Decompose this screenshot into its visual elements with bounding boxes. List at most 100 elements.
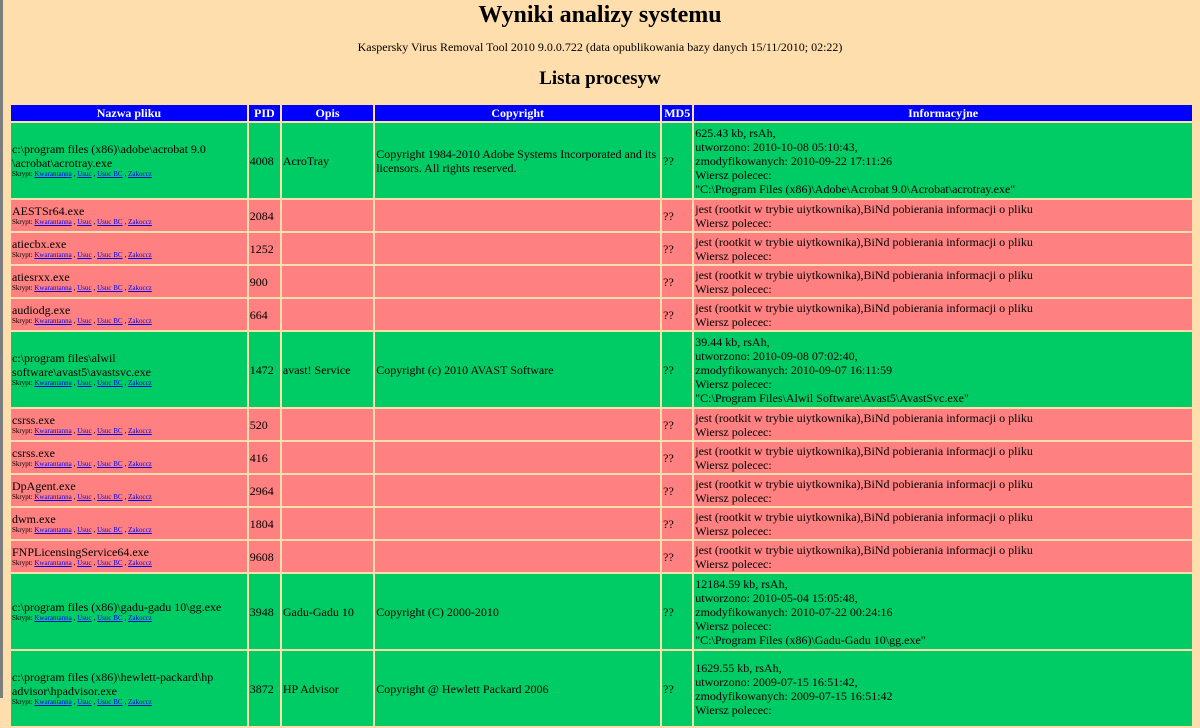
quarantine-link[interactable]: Kwarantanna — [34, 614, 71, 622]
cell-md5: ?? — [662, 475, 693, 506]
terminate-link[interactable]: Zakoccz — [128, 379, 152, 387]
delete-link[interactable]: Usuc — [77, 614, 91, 622]
script-actions: Skrypt: Kwarantanna, Usuc, Usuc BC, Zako… — [12, 251, 152, 259]
script-actions: Skrypt: Kwarantanna, Usuc, Usuc BC, Zako… — [12, 614, 152, 622]
terminate-link[interactable]: Zakoccz — [128, 526, 152, 534]
quarantine-link[interactable]: Kwarantanna — [34, 526, 71, 534]
quarantine-link[interactable]: Kwarantanna — [34, 427, 71, 435]
info-line: Wiersz polecec: — [695, 167, 772, 182]
script-actions: Skrypt: Kwarantanna, Usuc, Usuc BC, Zako… — [12, 559, 152, 567]
delete-bc-link[interactable]: Usuc BC — [97, 251, 122, 259]
delete-bc-link[interactable]: Usuc BC — [97, 427, 122, 435]
delete-bc-link[interactable]: Usuc BC — [97, 493, 122, 501]
delete-bc-link[interactable]: Usuc BC — [97, 559, 122, 567]
info-line: Wiersz polecec: — [695, 215, 772, 230]
cell-description — [281, 266, 374, 297]
quarantine-link[interactable]: Kwarantanna — [34, 493, 71, 501]
window-left-border — [0, 0, 3, 698]
info-line: Wiersz polecec: — [695, 314, 772, 329]
delete-link[interactable]: Usuc — [77, 317, 91, 325]
cell-md5: ?? — [662, 299, 693, 330]
quarantine-link[interactable]: Kwarantanna — [34, 698, 71, 706]
script-actions: Skrypt: Kwarantanna, Usuc, Usuc BC, Zako… — [12, 170, 152, 178]
delete-bc-link[interactable]: Usuc BC — [97, 526, 122, 534]
cell-filename: AESTSr64.exe Skrypt: Kwarantanna, Usuc, U… — [11, 200, 247, 231]
terminate-link[interactable]: Zakoccz — [128, 427, 152, 435]
delete-bc-link[interactable]: Usuc BC — [97, 460, 122, 468]
column-header-pid: PID — [248, 105, 280, 121]
info-line: Wiersz polecec: — [695, 523, 772, 538]
info-line: "C:\Program Files\Alwil Software\Avast5\… — [695, 390, 969, 405]
delete-link[interactable]: Usuc — [77, 559, 91, 567]
terminate-link[interactable]: Zakoccz — [128, 460, 152, 468]
info-line: jest (rootkit w trybie uiytkownika),BiNd… — [695, 201, 1033, 216]
delete-bc-link[interactable]: Usuc BC — [97, 379, 122, 387]
delete-link[interactable]: Usuc — [77, 427, 91, 435]
table-row: dwm.exe Skrypt: Kwarantanna, Usuc, Usuc B… — [11, 508, 1192, 539]
terminate-link[interactable]: Zakoccz — [128, 284, 152, 292]
quarantine-link[interactable]: Kwarantanna — [34, 251, 71, 259]
page-subtitle: Kaspersky Virus Removal Tool 2010 9.0.0.… — [357, 40, 843, 54]
quarantine-link[interactable]: Kwarantanna — [34, 170, 71, 178]
table-row: c:\program files (x86)\gadu-gadu 10\gg.e… — [11, 574, 1192, 649]
script-label: Skrypt: — [12, 379, 33, 387]
info-line: Wiersz polecec: — [695, 248, 772, 263]
cell-md5: ?? — [662, 200, 693, 231]
delete-bc-link[interactable]: Usuc BC — [97, 698, 122, 706]
filename-text: atiesrxx.exe — [12, 270, 70, 284]
terminate-link[interactable]: Zakoccz — [128, 317, 152, 325]
cell-info: 1629.55 kb, rsAh, utworzono: 2009-07-15 1… — [694, 651, 1192, 726]
delete-bc-link[interactable]: Usuc BC — [97, 284, 122, 292]
cell-copyright — [375, 233, 661, 264]
info-line: Wiersz polecec: — [695, 618, 772, 633]
quarantine-link[interactable]: Kwarantanna — [34, 284, 71, 292]
terminate-link[interactable]: Zakoccz — [128, 251, 152, 259]
section-title: Lista procesyw — [539, 68, 661, 89]
info-line: jest (rootkit w trybie uiytkownika),BiNd… — [695, 476, 1033, 491]
cell-md5: ?? — [662, 123, 693, 198]
terminate-link[interactable]: Zakoccz — [128, 170, 152, 178]
quarantine-link[interactable]: Kwarantanna — [34, 379, 71, 387]
info-line: zmodyfikowanych: 2010-07-22 00:24:16 — [695, 604, 893, 619]
filename-text: advisor\hpadvisor.exe — [12, 684, 117, 698]
cell-pid: 4008 — [248, 123, 280, 198]
delete-link[interactable]: Usuc — [77, 218, 91, 226]
cell-md5: ?? — [662, 332, 693, 407]
cell-copyright — [375, 409, 661, 440]
delete-bc-link[interactable]: Usuc BC — [97, 170, 122, 178]
info-line: Wiersz polecec: — [695, 556, 772, 571]
filename-text: c:\program files (x86)\adobe\acrobat 9.0 — [12, 142, 206, 156]
delete-bc-link[interactable]: Usuc BC — [97, 218, 122, 226]
quarantine-link[interactable]: Kwarantanna — [34, 559, 71, 567]
delete-link[interactable]: Usuc — [77, 170, 91, 178]
terminate-link[interactable]: Zakoccz — [128, 614, 152, 622]
delete-link[interactable]: Usuc — [77, 526, 91, 534]
filename-text: c:\program files (x86)\hewlett-packard\h… — [12, 670, 214, 684]
quarantine-link[interactable]: Kwarantanna — [34, 218, 71, 226]
cell-filename: DpAgent.exe Skrypt: Kwarantanna, Usuc, Us… — [11, 475, 247, 506]
info-line: zmodyfikowanych: 2010-09-07 16:11:59 — [695, 362, 893, 377]
terminate-link[interactable]: Zakoccz — [128, 559, 152, 567]
cell-description — [281, 475, 374, 506]
script-actions: Skrypt: Kwarantanna, Usuc, Usuc BC, Zako… — [12, 284, 152, 292]
table-header-row: Nazwa pliku PID Opis Copyright MD5 Infor… — [11, 105, 1192, 121]
terminate-link[interactable]: Zakoccz — [128, 493, 152, 501]
quarantine-link[interactable]: Kwarantanna — [34, 460, 71, 468]
delete-bc-link[interactable]: Usuc BC — [97, 317, 122, 325]
script-actions: Skrypt: Kwarantanna, Usuc, Usuc BC, Zako… — [12, 218, 152, 226]
cell-md5: ?? — [662, 409, 693, 440]
info-line: Wiersz polecec: — [695, 702, 772, 717]
delete-link[interactable]: Usuc — [77, 379, 91, 387]
delete-link[interactable]: Usuc — [77, 698, 91, 706]
terminate-link[interactable]: Zakoccz — [128, 698, 152, 706]
table-row: audiodg.exe Skrypt: Kwarantanna, Usuc, Us… — [11, 299, 1192, 330]
quarantine-link[interactable]: Kwarantanna — [34, 317, 71, 325]
delete-bc-link[interactable]: Usuc BC — [97, 614, 122, 622]
terminate-link[interactable]: Zakoccz — [128, 218, 152, 226]
delete-link[interactable]: Usuc — [77, 460, 91, 468]
delete-link[interactable]: Usuc — [77, 284, 91, 292]
cell-copyright: Copyright @ Hewlett Packard 2006 — [375, 651, 661, 726]
delete-link[interactable]: Usuc — [77, 493, 91, 501]
filename-text: DpAgent.exe — [12, 479, 76, 493]
delete-link[interactable]: Usuc — [77, 251, 91, 259]
